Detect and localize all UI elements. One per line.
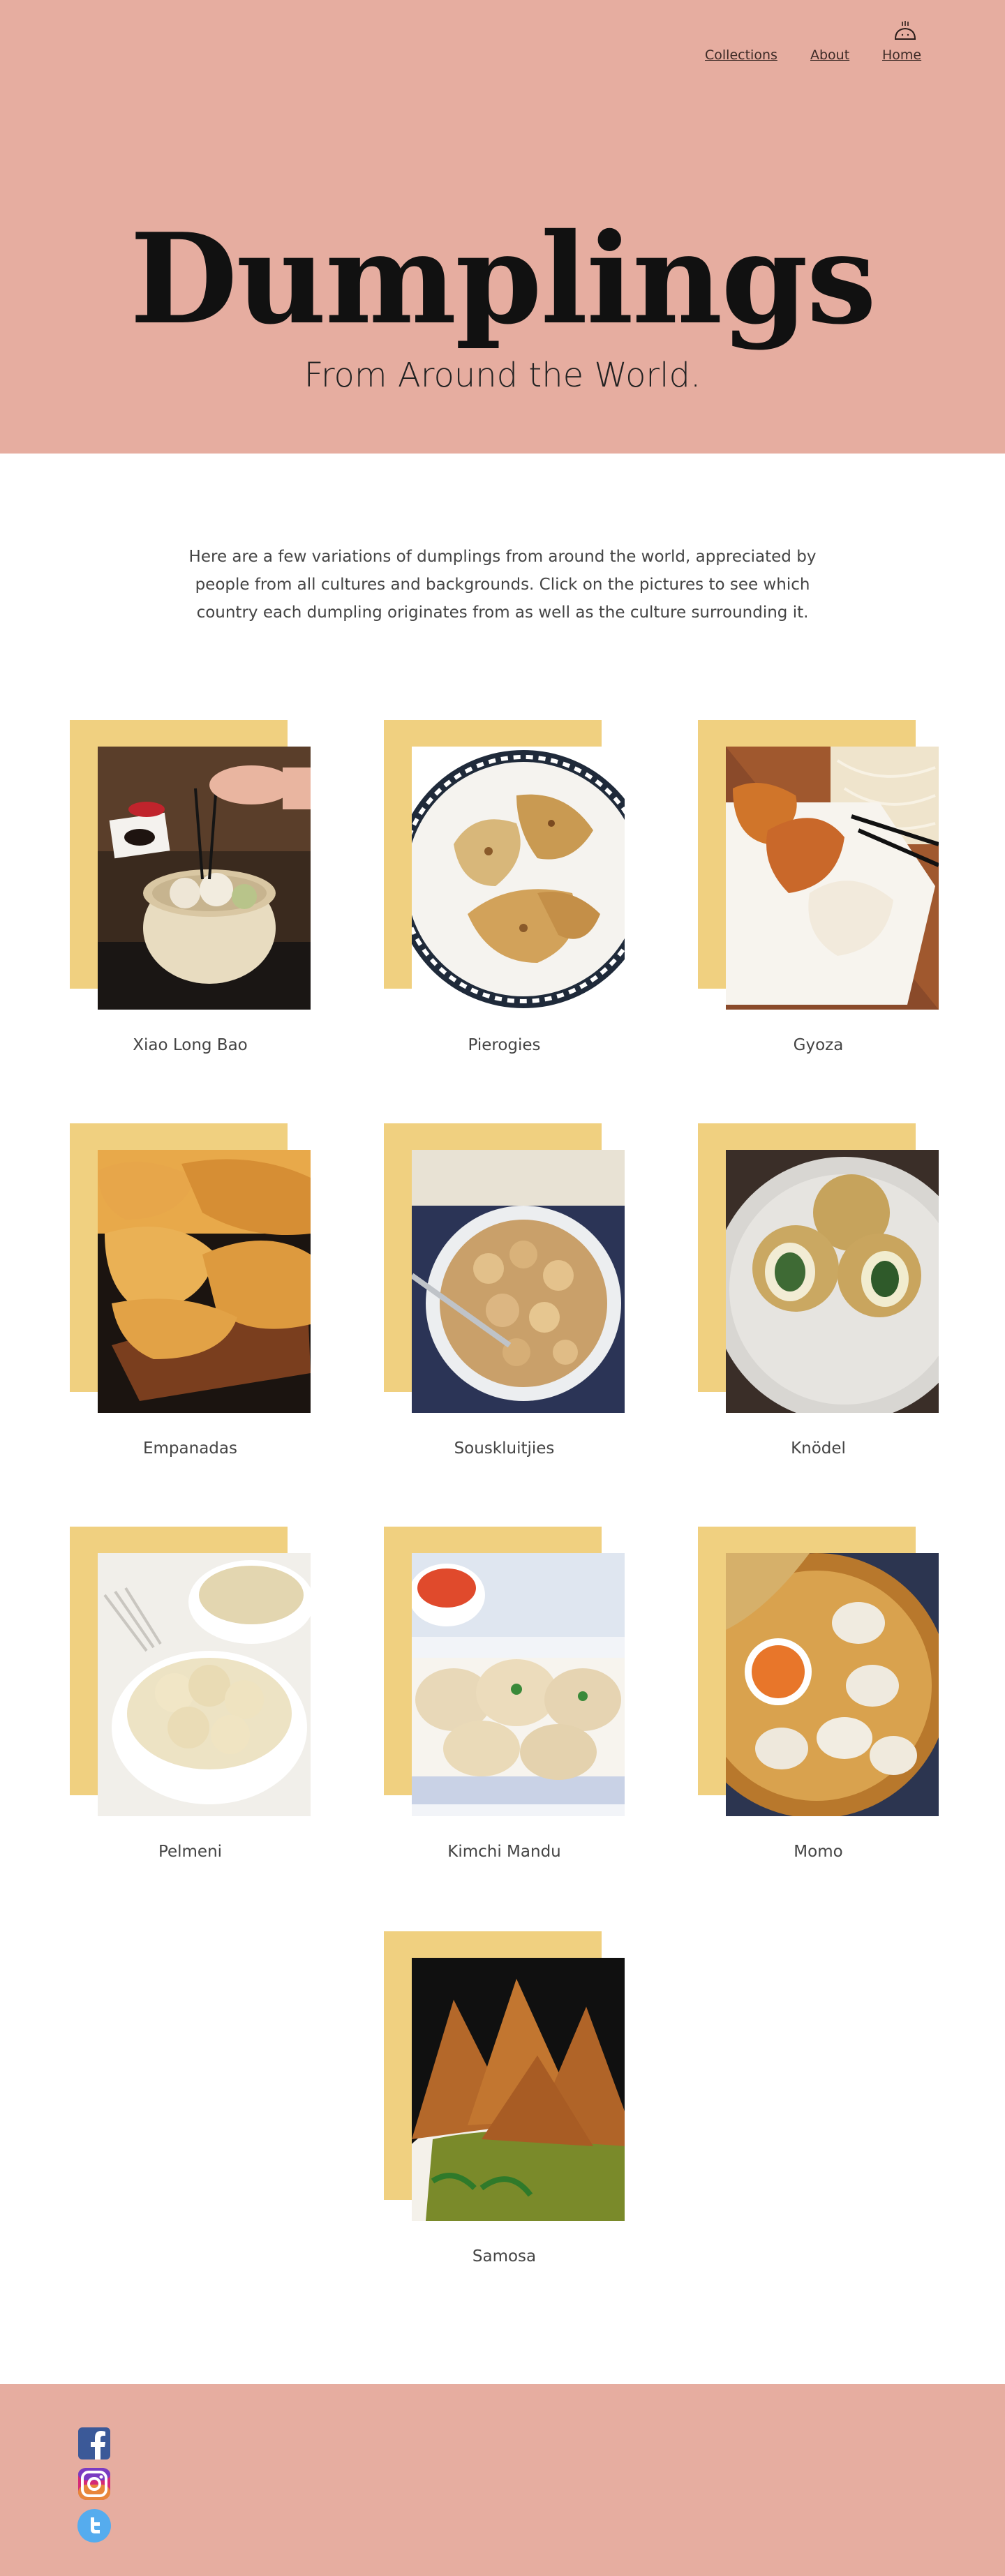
facebook-icon[interactable]: [77, 2426, 112, 2461]
dumpling-card-gyoza[interactable]: Gyoza: [698, 720, 939, 1069]
dumpling-name: Pierogies: [468, 1036, 541, 1054]
dumpling-name: Gyoza: [793, 1036, 844, 1054]
dumpling-photo-pelmeni[interactable]: [98, 1553, 311, 1816]
footer: [0, 2384, 1005, 2576]
dumpling-card-knodel[interactable]: Knödel: [698, 1123, 939, 1472]
dumpling-card-souskluitjies[interactable]: Souskluitjies: [384, 1123, 625, 1472]
dumpling-card-momo[interactable]: Momo: [698, 1527, 939, 1875]
dumpling-name: Samosa: [472, 2247, 537, 2266]
dumpling-name: Knödel: [791, 1439, 846, 1458]
dumpling-photo-momo[interactable]: [726, 1553, 939, 1816]
dumpling-photo-kimchi-mandu[interactable]: [412, 1553, 625, 1816]
dumpling-photo-empanadas[interactable]: [98, 1150, 311, 1413]
dumpling-card-samosa[interactable]: Samosa: [384, 1931, 625, 2280]
dumpling-name: Kimchi Mandu: [447, 1843, 561, 1861]
dumpling-card-kimchi-mandu[interactable]: Kimchi Mandu: [384, 1527, 625, 1875]
dumpling-photo-knodel[interactable]: [726, 1150, 939, 1413]
dumpling-photo-pierogies[interactable]: [412, 747, 625, 1010]
dumpling-photo-gyoza[interactable]: [726, 747, 939, 1010]
dumpling-card-empanadas[interactable]: Empanadas: [70, 1123, 311, 1472]
twitter-icon[interactable]: [77, 2508, 112, 2543]
dumpling-name: Souskluitjies: [454, 1439, 555, 1458]
dumpling-card-pierogies[interactable]: Pierogies: [384, 720, 625, 1069]
intro-paragraph: Here are a few variations of dumplings f…: [188, 548, 817, 622]
hero-banner: Collections About Home Dumplings From Ar…: [0, 0, 1005, 454]
nav-link-about[interactable]: About: [810, 47, 849, 63]
dumpling-logo-icon[interactable]: [893, 20, 917, 45]
dumpling-photo-xiao-long-bao[interactable]: [98, 747, 311, 1010]
dumpling-name: Empanadas: [143, 1439, 237, 1458]
dumpling-photo-souskluitjies[interactable]: [412, 1150, 625, 1413]
dumpling-name: Xiao Long Bao: [133, 1036, 248, 1054]
dumpling-name: Pelmeni: [158, 1843, 223, 1861]
page-title: Dumplings: [130, 206, 877, 352]
dumpling-name: Momo: [794, 1843, 843, 1861]
top-nav: Collections About Home: [0, 47, 1005, 68]
nav-link-collections[interactable]: Collections: [705, 47, 777, 63]
page-subtitle: From Around the World.: [304, 356, 701, 395]
nav-link-home[interactable]: Home: [882, 47, 921, 63]
instagram-icon[interactable]: [77, 2466, 112, 2501]
dumpling-photo-samosa[interactable]: [412, 1958, 625, 2221]
dumpling-card-xiao-long-bao[interactable]: Xiao Long Bao: [70, 720, 311, 1069]
dumpling-card-pelmeni[interactable]: Pelmeni: [70, 1527, 311, 1875]
